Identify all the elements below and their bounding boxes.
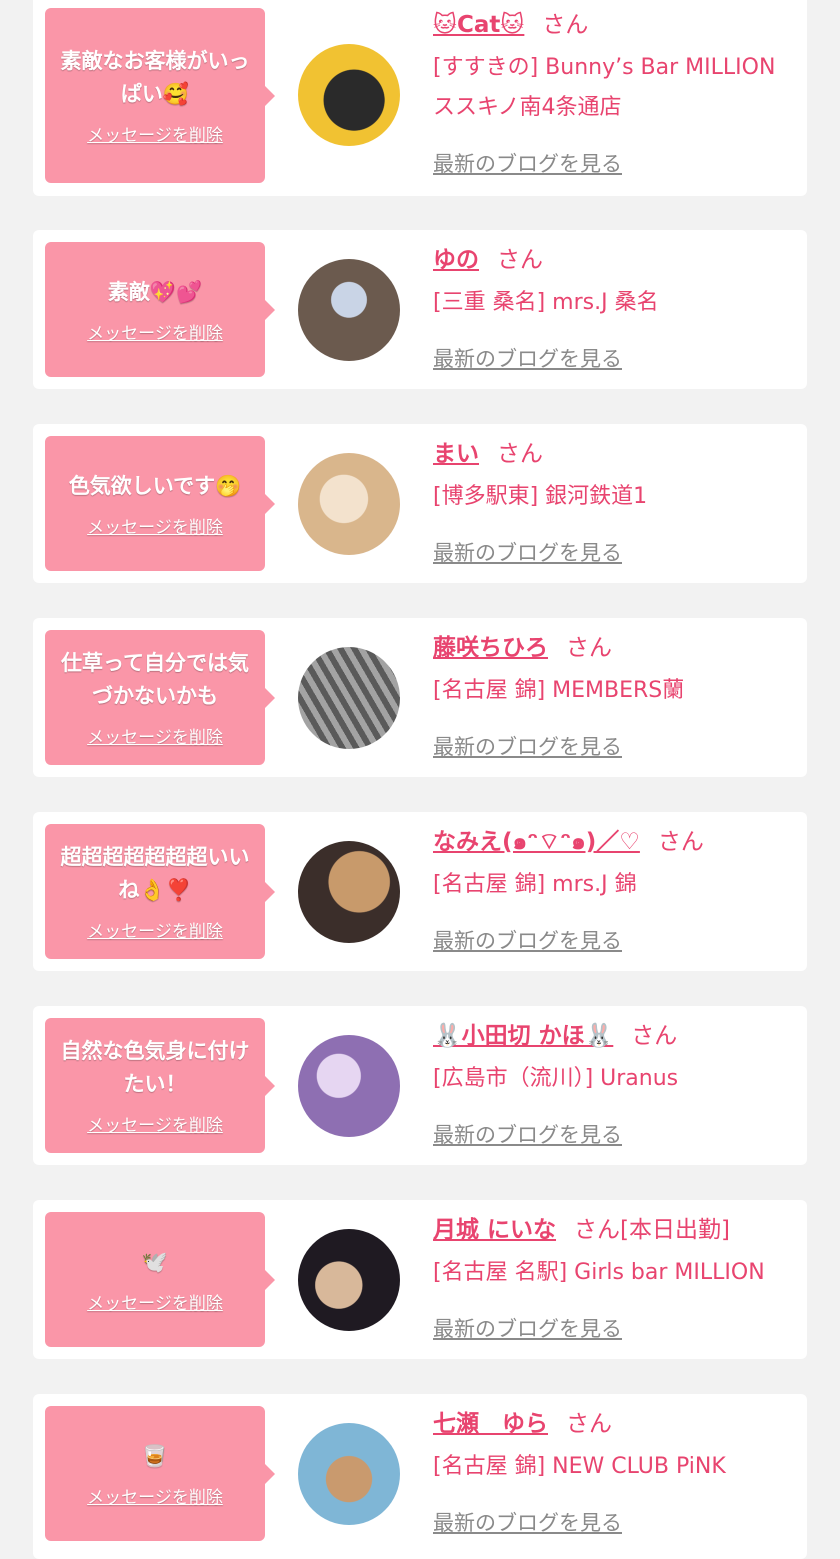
honorific: さん xyxy=(497,441,543,467)
message-card: 🥃 メッセージを削除 七瀬 ゆら さん [名古屋 錦] NEW CLUB PiNK… xyxy=(33,1394,807,1559)
avatar[interactable] xyxy=(298,1035,400,1137)
avatar[interactable] xyxy=(298,1229,400,1331)
avatar[interactable] xyxy=(298,841,400,943)
delete-message-link[interactable]: メッセージを削除 xyxy=(87,1289,223,1314)
latest-blog-link[interactable]: 最新のブログを見る xyxy=(433,537,622,567)
cast-name-link[interactable]: 🐰小田切 かほ🐰 xyxy=(433,1023,613,1049)
message-text: 🕊️ xyxy=(141,1249,169,1274)
honorific: さん xyxy=(657,829,704,855)
message-bubble: 素敵💖💕 メッセージを削除 xyxy=(45,242,275,377)
honorific: さん xyxy=(566,635,612,661)
honorific: さん xyxy=(497,247,543,273)
avatar[interactable] xyxy=(298,44,400,146)
shop-info: [博多駅東] 銀河鉄道1 xyxy=(433,484,648,509)
message-card: 素敵💖💕 メッセージを削除 ゆの さん [三重 桑名] mrs.J 桑名 最新のブ… xyxy=(33,230,807,389)
message-bubble: 超超超超超超超いいね👌❣️ メッセージを削除 xyxy=(45,824,275,959)
message-bubble: 🕊️ メッセージを削除 xyxy=(45,1212,275,1347)
honorific: さん xyxy=(566,1411,612,1437)
cast-name-link[interactable]: 月城 にいな xyxy=(433,1217,556,1243)
message-card: 仕草って自分では気づかないかも メッセージを削除 藤咲ちひろ さん [名古屋 錦]… xyxy=(33,618,807,777)
delete-message-link[interactable]: メッセージを削除 xyxy=(87,121,223,146)
message-card: 超超超超超超超いいね👌❣️ メッセージを削除 なみえ(๑ᵔ⌔ᵔ๑)／♡ さん [名… xyxy=(33,812,807,971)
honorific: さん[本日出勤] xyxy=(574,1217,730,1243)
delete-message-link[interactable]: メッセージを削除 xyxy=(87,723,223,748)
delete-message-link[interactable]: メッセージを削除 xyxy=(87,319,223,344)
message-bubble: 🥃 メッセージを削除 xyxy=(45,1406,275,1541)
message-text: 自然な色気身に付けたい！ xyxy=(60,1039,250,1096)
cast-name-link[interactable]: 藤咲ちひろ xyxy=(433,635,548,661)
shop-info: [名古屋 錦] mrs.J 錦 xyxy=(433,872,637,897)
avatar[interactable] xyxy=(298,1423,400,1525)
cast-name-link[interactable]: まい xyxy=(433,441,479,467)
message-bubble: 素敵なお客様がいっぱい🥰 メッセージを削除 xyxy=(45,8,275,183)
latest-blog-link[interactable]: 最新のブログを見る xyxy=(433,1119,622,1149)
avatar[interactable] xyxy=(298,453,400,555)
latest-blog-link[interactable]: 最新のブログを見る xyxy=(433,1507,622,1537)
cast-name-link[interactable]: なみえ(๑ᵔ⌔ᵔ๑)／♡ xyxy=(433,829,640,855)
message-text: 🥃 xyxy=(141,1443,169,1468)
shop-info: [広島市（流川）] Uranus xyxy=(433,1066,679,1091)
honorific: さん xyxy=(631,1023,678,1049)
message-card: 自然な色気身に付けたい！ メッセージを削除 🐰小田切 かほ🐰 さん [広島市（流川… xyxy=(33,1006,807,1165)
message-bubble: 色気欲しいです🤭 メッセージを削除 xyxy=(45,436,275,571)
honorific: さん xyxy=(542,12,589,38)
message-bubble: 自然な色気身に付けたい！ メッセージを削除 xyxy=(45,1018,275,1153)
delete-message-link[interactable]: メッセージを削除 xyxy=(87,1483,223,1508)
avatar[interactable] xyxy=(298,647,400,749)
cast-name-link[interactable]: ゆの xyxy=(433,247,479,273)
message-text: 素敵なお客様がいっぱい🥰 xyxy=(60,49,250,106)
cast-name-link[interactable]: 七瀬 ゆら xyxy=(433,1411,548,1437)
latest-blog-link[interactable]: 最新のブログを見る xyxy=(433,148,622,178)
latest-blog-link[interactable]: 最新のブログを見る xyxy=(433,1313,622,1343)
delete-message-link[interactable]: メッセージを削除 xyxy=(87,513,223,538)
latest-blog-link[interactable]: 最新のブログを見る xyxy=(433,731,622,761)
shop-info: [すすきの] Bunny’s Bar MILLION ススキノ南4条通店 xyxy=(433,55,776,120)
message-text: 仕草って自分では気づかないかも xyxy=(61,651,249,708)
message-text: 超超超超超超超いいね👌❣️ xyxy=(60,845,250,902)
shop-info: [名古屋 錦] NEW CLUB PiNK xyxy=(433,1454,726,1479)
message-text: 素敵💖💕 xyxy=(107,279,203,304)
shop-info: [名古屋 錦] MEMBERS蘭 xyxy=(433,678,685,703)
message-text: 色気欲しいです🤭 xyxy=(68,473,242,498)
avatar[interactable] xyxy=(298,259,400,361)
shop-info: [三重 桑名] mrs.J 桑名 xyxy=(433,290,659,315)
delete-message-link[interactable]: メッセージを削除 xyxy=(87,917,223,942)
message-bubble: 仕草って自分では気づかないかも メッセージを削除 xyxy=(45,630,275,765)
message-card: 色気欲しいです🤭 メッセージを削除 まい さん [博多駅東] 銀河鉄道1 最新のブ… xyxy=(33,424,807,583)
message-card: 🕊️ メッセージを削除 月城 にいな さん[本日出勤] [名古屋 名駅] Girl… xyxy=(33,1200,807,1359)
latest-blog-link[interactable]: 最新のブログを見る xyxy=(433,343,622,373)
cast-name-link[interactable]: 🐱Cat🐱 xyxy=(433,12,524,38)
shop-info: [名古屋 名駅] Girls bar MILLION xyxy=(433,1260,765,1285)
delete-message-link[interactable]: メッセージを削除 xyxy=(87,1111,223,1136)
latest-blog-link[interactable]: 最新のブログを見る xyxy=(433,925,622,955)
message-card: 素敵なお客様がいっぱい🥰 メッセージを削除 🐱Cat🐱 さん [すすきの] Bun… xyxy=(33,0,807,196)
